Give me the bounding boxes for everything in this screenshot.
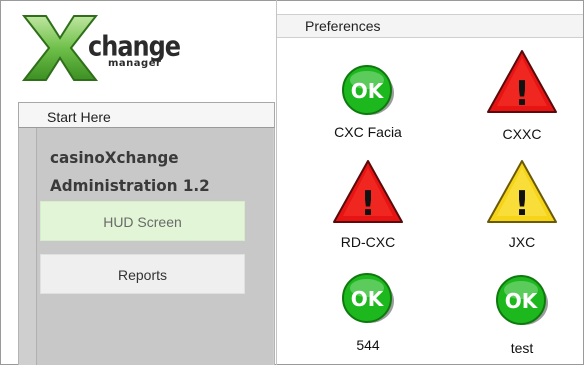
ok-icon-text: OK bbox=[505, 289, 539, 313]
ok-status-icon: OK bbox=[496, 275, 548, 325]
admin-title: casinoXchange Administration 1.2 bbox=[50, 144, 259, 200]
warning-icon: ! bbox=[487, 160, 557, 224]
status-item-test[interactable]: OK test bbox=[467, 272, 577, 356]
admin-title-line1: casinoXchange bbox=[50, 148, 179, 167]
status-label: RD-CXC bbox=[340, 234, 396, 250]
preferences-header: Preferences bbox=[277, 14, 583, 38]
logo-subtitle: manager bbox=[108, 58, 162, 69]
status-label: CXXC bbox=[502, 126, 542, 142]
status-label: CXC Facia bbox=[334, 124, 402, 140]
status-label: 544 bbox=[356, 337, 380, 353]
error-warning-icon: ! bbox=[487, 50, 557, 114]
exclamation-text: ! bbox=[360, 184, 376, 224]
reports-button[interactable]: Reports bbox=[40, 254, 245, 294]
status-item-rd-cxc[interactable]: ! RD-CXC bbox=[313, 158, 423, 250]
xchange-manager-logo: change manager bbox=[20, 12, 181, 84]
status-item-cxc-facia[interactable]: OK CXC Facia bbox=[313, 62, 423, 142]
status-item-cxxc[interactable]: ! CXXC bbox=[467, 48, 577, 142]
status-label: test bbox=[510, 340, 534, 356]
ok-icon-text: OK bbox=[351, 287, 385, 311]
ok-status-icon: OK bbox=[342, 273, 394, 323]
sidebar-divider bbox=[276, 0, 277, 365]
start-here-header: Start Here bbox=[18, 102, 275, 128]
exclamation-text: ! bbox=[514, 184, 530, 224]
error-warning-icon: ! bbox=[333, 160, 403, 224]
hud-screen-button[interactable]: HUD Screen bbox=[40, 201, 245, 241]
exclamation-text: ! bbox=[514, 74, 530, 114]
admin-title-line2: Administration 1.2 bbox=[50, 176, 210, 195]
ok-status-icon: OK bbox=[342, 65, 394, 115]
status-item-jxc[interactable]: ! JXC bbox=[467, 158, 577, 250]
status-item-544[interactable]: OK 544 bbox=[313, 270, 423, 353]
status-label: JXC bbox=[508, 234, 536, 250]
ok-icon-text: OK bbox=[351, 79, 385, 103]
